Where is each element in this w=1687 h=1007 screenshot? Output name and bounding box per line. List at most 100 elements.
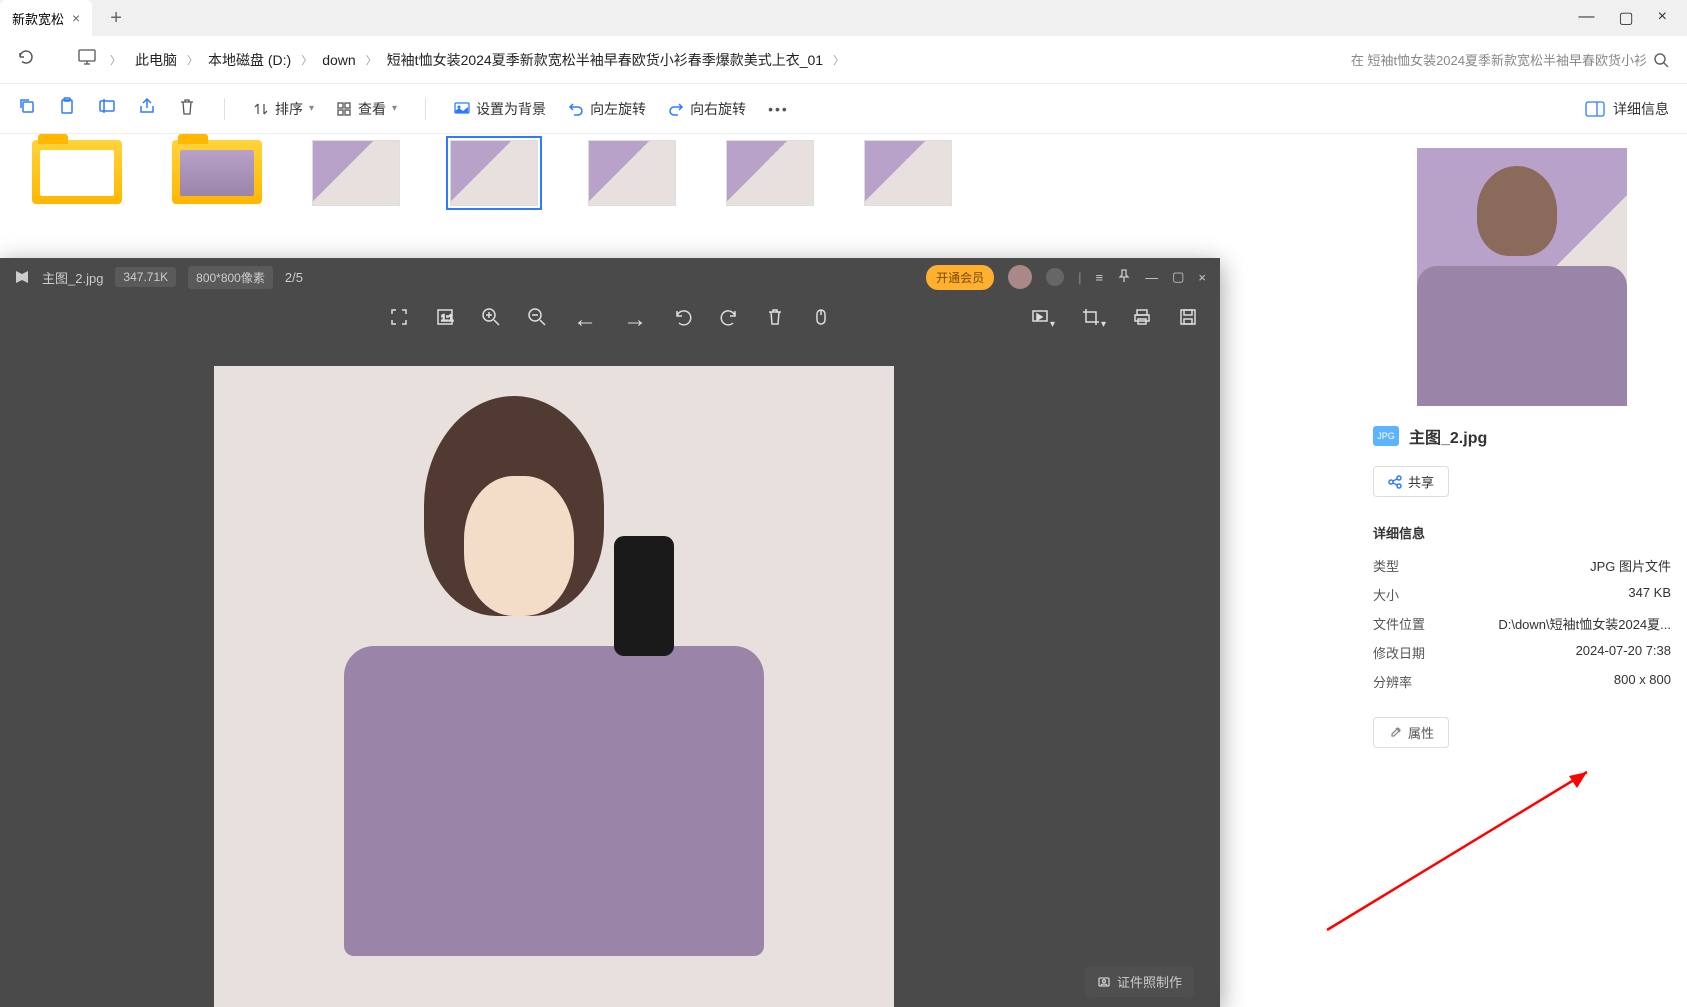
breadcrumb-item[interactable]: 本地磁盘 (D:) xyxy=(208,50,291,70)
rotate-right-icon[interactable] xyxy=(719,307,739,333)
slideshow-icon[interactable]: ▾ xyxy=(1030,307,1055,333)
refresh-icon[interactable] xyxy=(18,49,34,70)
attributes-button[interactable]: 属性 xyxy=(1373,717,1449,748)
save-icon[interactable] xyxy=(1178,307,1198,333)
vip-button[interactable]: 开通会员 xyxy=(926,265,994,290)
chevron-right-icon: 〉 xyxy=(366,52,377,68)
mouse-icon[interactable] xyxy=(811,307,831,333)
search-placeholder: 在 短袖t恤女装2024夏季新款宽松半袖早春欧货小衫 xyxy=(1351,50,1647,69)
more-icon[interactable]: ••• xyxy=(768,101,789,117)
window-controls: — ▢ × xyxy=(1579,8,1687,28)
separator xyxy=(224,98,225,120)
next-icon[interactable]: → xyxy=(623,306,647,334)
rotate-left-icon[interactable] xyxy=(673,307,693,333)
share-icon[interactable] xyxy=(138,97,156,120)
tab-title: 新款宽松 xyxy=(12,9,64,28)
folder-item[interactable] xyxy=(32,140,122,204)
monitor-icon[interactable] xyxy=(78,49,96,70)
tab-bar: 新款宽松 × + — ▢ × xyxy=(0,0,1687,36)
trash-icon[interactable] xyxy=(765,307,785,333)
prop-date: 修改日期2024-07-20 7:38 xyxy=(1373,643,1671,662)
filename: 主图_2.jpg xyxy=(1409,424,1487,448)
filesize-badge: 347.71K xyxy=(115,267,176,287)
details-label: 详细信息 xyxy=(1613,99,1669,119)
paste-icon[interactable] xyxy=(58,97,76,120)
share-button[interactable]: 共享 xyxy=(1373,466,1449,497)
prop-location: 文件位置D:\down\短袖t恤女装2024夏... xyxy=(1373,614,1671,633)
zoom-in-icon[interactable] xyxy=(481,307,501,333)
fit-icon[interactable]: 1:1 xyxy=(435,307,455,333)
folder-item[interactable] xyxy=(172,140,262,204)
image-item[interactable] xyxy=(864,140,952,206)
rotate-right-label: 向右旋转 xyxy=(690,99,746,119)
maximize-icon[interactable]: ▢ xyxy=(1172,269,1184,285)
minimize-icon[interactable]: — xyxy=(1145,270,1158,285)
close-icon[interactable]: × xyxy=(1198,270,1206,285)
id-photo-label: 证件照制作 xyxy=(1117,972,1182,991)
rename-icon[interactable] xyxy=(98,97,116,120)
preview-image xyxy=(1417,148,1627,406)
status-icon xyxy=(1046,268,1064,286)
svg-text:1:1: 1:1 xyxy=(441,313,454,323)
filename-row: JPG 主图_2.jpg xyxy=(1373,424,1671,448)
search-icon xyxy=(1653,52,1669,68)
browser-tab[interactable]: 新款宽松 × xyxy=(0,0,92,36)
app-logo-icon xyxy=(14,269,30,285)
close-window-icon[interactable]: × xyxy=(1658,8,1667,28)
new-tab-button[interactable]: + xyxy=(110,7,122,30)
prop-type: 类型JPG 图片文件 xyxy=(1373,556,1671,575)
attributes-label: 属性 xyxy=(1408,723,1434,742)
zoom-out-icon[interactable] xyxy=(527,307,547,333)
dimensions-badge: 800*800像素 xyxy=(188,266,273,289)
image-viewer-window: 主图_2.jpg 347.71K 800*800像素 2/5 开通会员 | ≡ … xyxy=(0,258,1220,1007)
id-photo-button[interactable]: 证件照制作 xyxy=(1085,966,1194,997)
copy-icon[interactable] xyxy=(18,97,36,120)
rotate-right-button[interactable]: 向右旋转 xyxy=(668,99,746,119)
viewer-filename: 主图_2.jpg xyxy=(42,268,103,287)
breadcrumb-item[interactable]: 短袖t恤女装2024夏季新款宽松半袖早春欧货小衫春季爆款美式上衣_01 xyxy=(387,50,823,70)
image-item[interactable] xyxy=(312,140,400,206)
wallpaper-button[interactable]: 设置为背景 xyxy=(454,99,546,119)
view-button[interactable]: 查看 ▾ xyxy=(336,99,397,119)
address-bar: 〉 此电脑 〉 本地磁盘 (D:) 〉 down 〉 短袖t恤女装2024夏季新… xyxy=(0,36,1687,84)
image-item[interactable] xyxy=(726,140,814,206)
viewer-toolbar: 1:1 ← → ▾ ▾ xyxy=(0,296,1220,344)
breadcrumb-item[interactable]: down xyxy=(322,52,355,68)
image-item-selected[interactable] xyxy=(450,140,538,206)
prev-icon[interactable]: ← xyxy=(573,306,597,334)
pin-icon[interactable] xyxy=(1117,269,1131,286)
details-section-title: 详细信息 xyxy=(1373,523,1671,542)
print-icon[interactable] xyxy=(1132,307,1152,333)
chevron-right-icon: 〉 xyxy=(833,52,844,68)
breadcrumb: 此电脑 〉 本地磁盘 (D:) 〉 down 〉 短袖t恤女装2024夏季新款宽… xyxy=(135,50,844,70)
fullscreen-icon[interactable] xyxy=(389,307,409,333)
jpg-file-icon: JPG xyxy=(1373,426,1399,446)
breadcrumb-item[interactable]: 此电脑 xyxy=(135,50,177,70)
search-box[interactable]: 在 短袖t恤女装2024夏季新款宽松半袖早春欧货小衫 xyxy=(1351,50,1669,69)
rotate-left-button[interactable]: 向左旋转 xyxy=(568,99,646,119)
close-tab-icon[interactable]: × xyxy=(72,10,80,26)
avatar[interactable] xyxy=(1008,265,1032,289)
sort-label: 排序 xyxy=(275,99,303,119)
sort-button[interactable]: 排序 ▾ xyxy=(253,99,314,119)
image-item[interactable] xyxy=(588,140,676,206)
counter-badge: 2/5 xyxy=(285,270,303,285)
wallpaper-label: 设置为背景 xyxy=(476,99,546,119)
viewer-image xyxy=(214,366,894,1007)
separator xyxy=(425,98,426,120)
viewer-titlebar: 主图_2.jpg 347.71K 800*800像素 2/5 开通会员 | ≡ … xyxy=(0,258,1220,296)
crop-icon[interactable]: ▾ xyxy=(1081,307,1106,333)
view-label: 查看 xyxy=(358,99,386,119)
details-toggle[interactable]: 详细信息 xyxy=(1585,99,1669,119)
chevron-right-icon: 〉 xyxy=(110,52,121,68)
prop-size: 大小347 KB xyxy=(1373,585,1671,604)
maximize-icon[interactable]: ▢ xyxy=(1619,8,1634,28)
toolbar: 排序 ▾ 查看 ▾ 设置为背景 向左旋转 向右旋转 ••• 详细信息 xyxy=(0,84,1687,134)
chevron-right-icon: 〉 xyxy=(187,52,198,68)
share-label: 共享 xyxy=(1408,472,1434,491)
prop-resolution: 分辨率800 x 800 xyxy=(1373,672,1671,691)
details-panel: JPG 主图_2.jpg 共享 详细信息 类型JPG 图片文件 大小347 KB… xyxy=(1357,134,1687,1007)
minimize-icon[interactable]: — xyxy=(1579,8,1595,28)
menu-icon[interactable]: ≡ xyxy=(1096,270,1104,285)
delete-icon[interactable] xyxy=(178,98,196,119)
